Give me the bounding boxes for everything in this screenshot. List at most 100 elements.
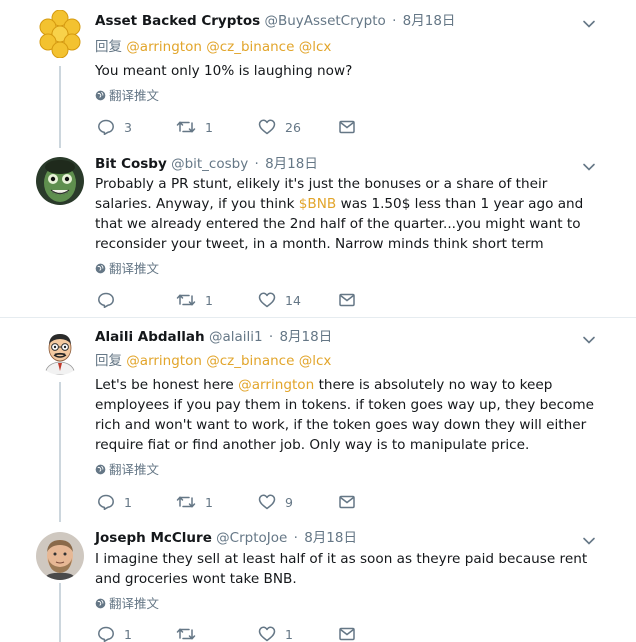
translate-tweet-link[interactable]: 翻译推文: [95, 88, 159, 104]
tweet-date[interactable]: 8月18日: [403, 13, 456, 29]
reply-icon: [98, 292, 114, 309]
tweet-text: Probably a PR stunt, elikely it's just t…: [95, 174, 595, 254]
reply-icon: [98, 119, 114, 136]
mention-link[interactable]: @arrington: [126, 39, 202, 55]
separator-dot: ·: [254, 156, 259, 172]
reply-button[interactable]: 1: [97, 624, 132, 642]
author-handle[interactable]: @CrptoJoe: [216, 530, 287, 546]
tweet-text: Let's be honest here @arrington there is…: [95, 375, 595, 455]
heart-icon: [258, 119, 276, 135]
gold-coins-avatar-icon: [36, 10, 84, 58]
reply-button[interactable]: [97, 290, 124, 310]
retweet-count: 1: [205, 494, 213, 510]
retweet-button[interactable]: 1: [176, 290, 213, 310]
tweet-text: You meant only 10% is laughing now?: [95, 63, 353, 79]
tweet[interactable]: Alaili Abdallah @alaili1 · 8月18日 回复 @arr…: [0, 318, 636, 522]
like-button[interactable]: 9: [258, 492, 293, 512]
like-button[interactable]: 14: [258, 290, 301, 310]
tweet[interactable]: Asset Backed Cryptos @BuyAssetCrypto · 8…: [0, 0, 636, 148]
author-name[interactable]: Alaili Abdallah: [95, 329, 205, 345]
direct-message-button[interactable]: [338, 624, 356, 642]
author-handle[interactable]: @BuyAssetCrypto: [264, 13, 385, 29]
mention-link[interactable]: @lcx: [299, 39, 332, 55]
separator-dot: ·: [392, 13, 397, 29]
tweet-header: Joseph McClure @CrptoJoe · 8月18日: [95, 529, 357, 547]
author-handle[interactable]: @bit_cosby: [171, 156, 248, 172]
tweet-header: Alaili Abdallah @alaili1 · 8月18日: [95, 328, 332, 346]
avatar[interactable]: [36, 157, 84, 205]
envelope-icon: [339, 293, 355, 307]
like-button[interactable]: 1: [258, 624, 293, 642]
heart-icon: [258, 494, 276, 510]
retweet-button[interactable]: [176, 624, 205, 642]
chevron-down-icon[interactable]: [581, 332, 597, 348]
chevron-down-icon[interactable]: [581, 533, 597, 549]
avatar[interactable]: [36, 532, 84, 580]
translate-tweet-link[interactable]: 翻译推文: [95, 261, 159, 277]
like-button[interactable]: 26: [258, 117, 301, 137]
like-count: 1: [285, 626, 293, 642]
like-count: 14: [285, 292, 301, 308]
replying-prefix: 回复: [95, 353, 122, 369]
tweet[interactable]: Bit Cosby @bit_cosby · 8月18日 Probably a …: [0, 150, 636, 316]
author-name[interactable]: Joseph McClure: [95, 530, 212, 546]
retweet-icon: [176, 496, 196, 508]
retweet-count: 1: [205, 292, 213, 308]
retweet-button[interactable]: 1: [176, 492, 213, 512]
retweet-count: 1: [205, 119, 213, 135]
translate-label: 翻译推文: [109, 261, 160, 276]
green-face-avatar-icon: [36, 157, 84, 205]
heart-icon: [258, 292, 276, 308]
tweet-date[interactable]: 8月18日: [265, 156, 318, 172]
replying-to: 回复 @arrington @cz_binance @lcx: [95, 38, 331, 56]
reply-icon: [98, 494, 114, 511]
retweet-button[interactable]: 1: [176, 117, 213, 137]
translate-label: 翻译推文: [109, 596, 160, 611]
author-name[interactable]: Asset Backed Cryptos: [95, 13, 260, 29]
tweet-header: Asset Backed Cryptos @BuyAssetCrypto · 8…: [95, 12, 455, 30]
separator-dot: ·: [268, 329, 274, 345]
globe-icon: [95, 464, 106, 475]
envelope-icon: [339, 120, 355, 134]
mention-link[interactable]: @lcx: [299, 353, 332, 369]
chevron-down-icon[interactable]: [581, 159, 597, 175]
chevron-down-icon[interactable]: [581, 16, 597, 32]
globe-icon: [95, 263, 106, 274]
reply-count: 1: [124, 494, 132, 510]
like-count: 9: [285, 494, 293, 510]
heart-icon: [258, 626, 276, 642]
direct-message-button[interactable]: [338, 492, 356, 512]
tweet[interactable]: Joseph McClure @CrptoJoe · 8月18日 I imagi…: [0, 524, 636, 642]
globe-icon: [95, 598, 106, 609]
globe-icon: [95, 90, 106, 101]
reply-count: 1: [124, 626, 132, 642]
like-count: 26: [285, 119, 301, 135]
cashtag-link[interactable]: $BNB: [299, 196, 336, 212]
direct-message-button[interactable]: [338, 290, 356, 310]
separator-dot: ·: [293, 530, 298, 546]
translate-tweet-link[interactable]: 翻译推文: [95, 462, 159, 478]
reply-button[interactable]: 1: [97, 492, 132, 512]
mention-link[interactable]: @arrington: [126, 353, 202, 369]
avatar[interactable]: [36, 10, 84, 58]
direct-message-button[interactable]: [338, 117, 356, 137]
tweet-date[interactable]: 8月18日: [279, 329, 332, 345]
tweet-date[interactable]: 8月18日: [304, 530, 357, 546]
retweet-icon: [176, 294, 196, 306]
envelope-icon: [339, 627, 355, 641]
translate-tweet-link[interactable]: 翻译推文: [95, 596, 159, 612]
reply-button[interactable]: 3: [97, 117, 132, 137]
avatar[interactable]: [36, 327, 84, 375]
mention-link[interactable]: @cz_binance: [206, 353, 294, 369]
tweet-header: Bit Cosby @bit_cosby · 8月18日: [95, 155, 318, 173]
translate-label: 翻译推文: [109, 88, 160, 103]
retweet-icon: [176, 121, 196, 133]
mention-link[interactable]: @cz_binance: [206, 39, 294, 55]
mention-link[interactable]: @arrington: [238, 377, 314, 393]
author-handle[interactable]: @alaili1: [209, 329, 263, 345]
replying-prefix: 回复: [95, 39, 122, 55]
cartoon-man-avatar-icon: [36, 327, 84, 375]
translate-label: 翻译推文: [109, 462, 160, 477]
retweet-icon: [176, 628, 196, 640]
author-name[interactable]: Bit Cosby: [95, 156, 167, 172]
